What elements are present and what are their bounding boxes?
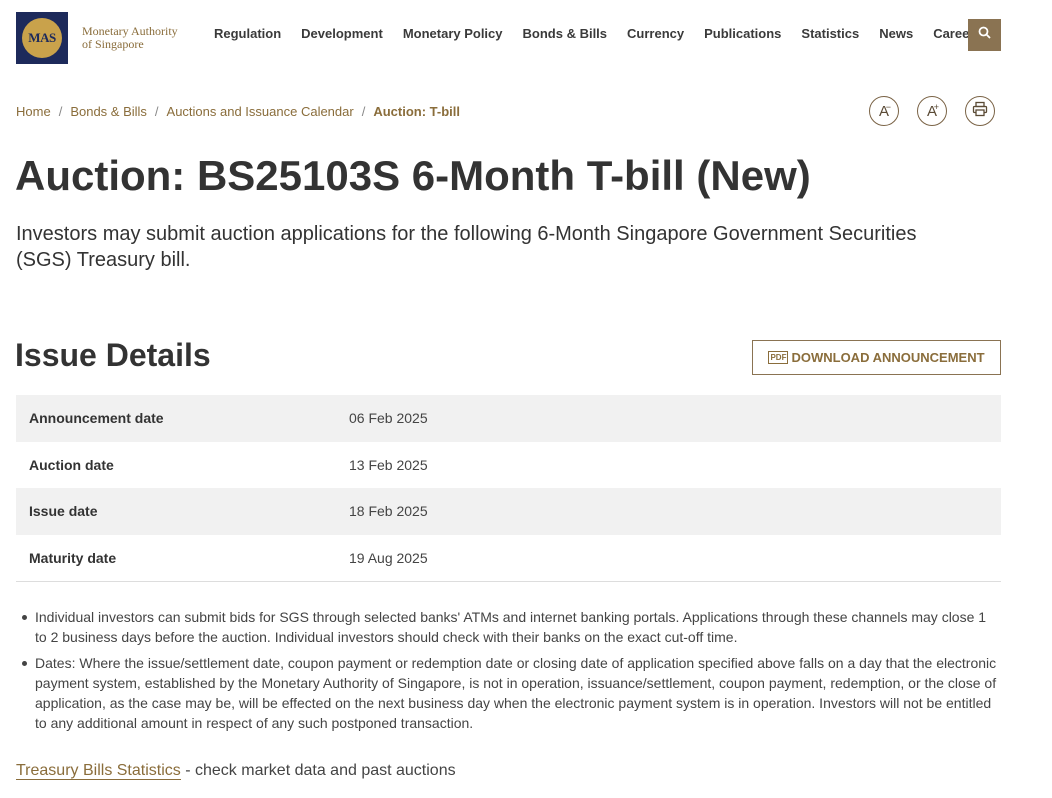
breadcrumb-auctions-calendar[interactable]: Auctions and Issuance Calendar <box>167 104 354 119</box>
row-value: 18 Feb 2025 <box>349 503 428 520</box>
row-label: Issue date <box>29 503 98 520</box>
logo-circle: MAS <box>22 18 62 58</box>
row-label: Auction date <box>29 456 114 473</box>
increase-font-sup: + <box>933 102 939 112</box>
breadcrumb-bonds-bills[interactable]: Bonds & Bills <box>70 104 147 119</box>
table-row: Auction date 13 Feb 2025 <box>16 442 1001 489</box>
notes-section: Individual investors can submit bids for… <box>16 607 1001 739</box>
page-title: Auction: BS25103S 6-Month T-bill (New) <box>15 152 811 199</box>
logo-emblem: MAS <box>16 12 68 64</box>
issue-details-heading: Issue Details <box>15 337 211 373</box>
nav-item-news[interactable]: News <box>879 26 913 41</box>
issue-details-table: Announcement date 06 Feb 2025 Auction da… <box>16 395 1001 582</box>
page-tools: A − A + <box>869 96 1013 126</box>
print-button[interactable] <box>965 96 995 126</box>
table-row: Maturity date 19 Aug 2025 <box>16 535 1001 582</box>
decrease-font-sup: − <box>885 102 891 112</box>
mas-logo[interactable]: MAS Monetary Authority of Singapore <box>16 12 178 64</box>
row-value: 19 Aug 2025 <box>349 549 428 566</box>
breadcrumb-separator: / <box>154 104 159 119</box>
nav-item-bonds-bills[interactable]: Bonds & Bills <box>523 26 608 41</box>
nav-item-statistics[interactable]: Statistics <box>801 26 859 41</box>
row-value: 13 Feb 2025 <box>349 456 428 473</box>
notes-list: Individual investors can submit bids for… <box>16 607 1001 733</box>
breadcrumb-separator: / <box>58 104 63 119</box>
logo-wordmark: Monetary Authority of Singapore <box>82 25 178 51</box>
increase-font-button[interactable]: A + <box>917 96 947 126</box>
nav-item-publications[interactable]: Publications <box>704 26 781 41</box>
statistics-link-line: Treasury Bills Statistics - check market… <box>16 762 456 780</box>
breadcrumb: Home / Bonds & Bills / Auctions and Issu… <box>16 104 460 119</box>
logo-name-line2: of Singapore <box>82 37 144 51</box>
row-label: Announcement date <box>29 410 164 427</box>
search-button[interactable] <box>968 19 1001 51</box>
main-nav: Regulation Development Monetary Policy B… <box>214 26 1002 41</box>
row-label: Maturity date <box>29 549 117 566</box>
decrease-font-button[interactable]: A − <box>869 96 899 126</box>
nav-item-currency[interactable]: Currency <box>627 26 684 41</box>
pdf-icon: PDF <box>768 351 789 364</box>
nav-item-monetary-policy[interactable]: Monetary Policy <box>403 26 503 41</box>
note-individual-investors: Individual investors can submit bids for… <box>16 607 1001 647</box>
print-icon <box>972 101 988 121</box>
breadcrumb-current: Auction: T-bill <box>373 104 460 119</box>
table-row: Announcement date 06 Feb 2025 <box>16 395 1001 442</box>
treasury-bills-statistics-link[interactable]: Treasury Bills Statistics <box>16 762 181 780</box>
download-announcement-button[interactable]: PDF DOWNLOAD ANNOUNCEMENT <box>752 340 1001 375</box>
row-value: 06 Feb 2025 <box>349 410 428 427</box>
breadcrumb-separator: / <box>361 104 366 119</box>
table-row: Issue date 18 Feb 2025 <box>16 488 1001 535</box>
breadcrumb-home[interactable]: Home <box>16 104 51 119</box>
site-header: MAS Monetary Authority of Singapore Regu… <box>0 0 1052 72</box>
note-dates: Dates: Where the issue/settlement date, … <box>16 653 1001 733</box>
nav-item-development[interactable]: Development <box>301 26 383 41</box>
statistics-link-suffix: - check market data and past auctions <box>180 762 456 779</box>
page-lede: Investors may submit auction application… <box>16 223 917 271</box>
search-icon <box>978 26 991 44</box>
nav-item-regulation[interactable]: Regulation <box>214 26 281 41</box>
download-announcement-label: DOWNLOAD ANNOUNCEMENT <box>791 350 985 365</box>
